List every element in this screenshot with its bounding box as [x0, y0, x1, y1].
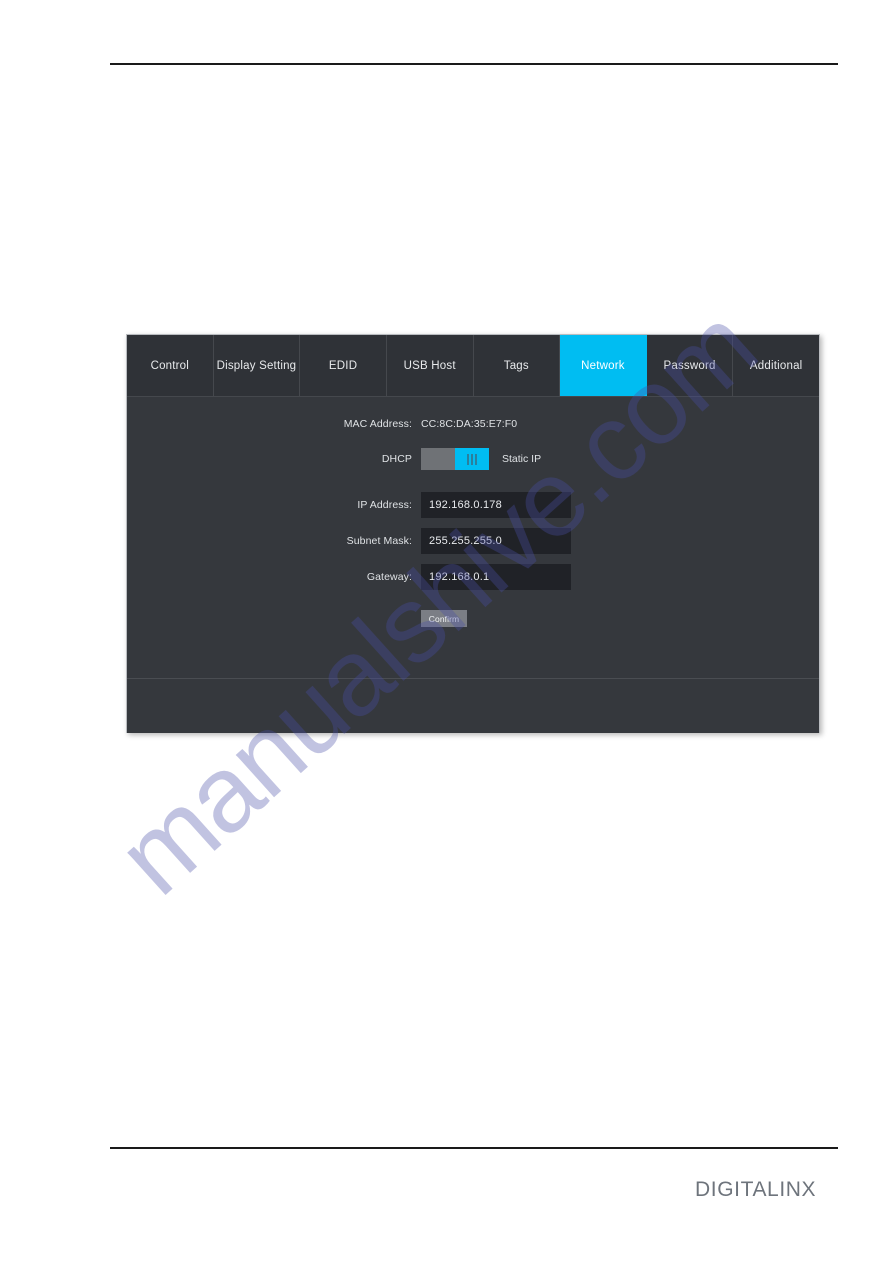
page-header-rule: [110, 63, 838, 65]
subnet-mask-row: Subnet Mask:: [127, 528, 819, 554]
tab-display-setting[interactable]: Display Setting: [213, 335, 301, 396]
subnet-mask-label: Subnet Mask:: [346, 535, 412, 547]
dhcp-static-toggle[interactable]: [421, 448, 489, 470]
grip-line-icon: [467, 453, 469, 465]
tab-control[interactable]: Control: [127, 335, 214, 396]
grip-line-icon: [471, 453, 473, 465]
gateway-label: Gateway:: [366, 571, 412, 583]
panel-footer-strip: [127, 679, 819, 733]
subnet-mask-input[interactable]: [421, 528, 571, 554]
tab-label: Display Setting: [216, 359, 297, 372]
page-footer-rule: [110, 1147, 838, 1149]
tab-edid[interactable]: EDID: [300, 335, 387, 396]
device-web-ui-panel: Control Display Setting EDID USB Host Ta…: [126, 334, 820, 733]
tab-password[interactable]: Password: [646, 335, 734, 396]
dhcp-static-toggle-row: DHCP Static IP: [127, 448, 819, 470]
tab-label: Tags: [503, 359, 529, 372]
tab-label: USB Host: [403, 359, 456, 372]
mac-address-row: MAC Address: CC:8C:DA:35:E7:F0: [127, 418, 819, 430]
dhcp-label: DHCP: [381, 453, 412, 465]
brand-logo-text: DIGITALINX: [695, 1178, 816, 1201]
static-ip-label: Static IP: [502, 453, 542, 465]
brand-logo: DIGITALINX: [695, 1176, 820, 1202]
toggle-knob: [455, 448, 489, 470]
tab-additional[interactable]: Additional: [733, 335, 819, 396]
tab-label: EDID: [328, 359, 358, 372]
tab-tags[interactable]: Tags: [473, 335, 561, 396]
ip-address-label: IP Address:: [357, 499, 412, 511]
toggle-track-off: [421, 448, 455, 470]
mac-address-label: MAC Address:: [343, 418, 412, 430]
ip-address-input[interactable]: [421, 492, 571, 518]
confirm-button[interactable]: Confirm: [421, 610, 467, 627]
network-form: MAC Address: CC:8C:DA:35:E7:F0 DHCP Stat…: [127, 397, 819, 627]
gateway-input[interactable]: [421, 564, 571, 590]
gateway-row: Gateway:: [127, 564, 819, 590]
network-settings-content: MAC Address: CC:8C:DA:35:E7:F0 DHCP Stat…: [127, 397, 819, 679]
ip-address-row: IP Address:: [127, 492, 819, 518]
tab-label: Password: [663, 359, 716, 372]
mac-address-value: CC:8C:DA:35:E7:F0: [421, 418, 518, 430]
tab-network[interactable]: Network: [560, 335, 647, 396]
grip-line-icon: [475, 453, 477, 465]
confirm-row: Confirm: [127, 610, 819, 627]
tab-label: Control: [150, 359, 190, 372]
tab-label: Network: [581, 359, 625, 372]
tab-bar: Control Display Setting EDID USB Host Ta…: [127, 335, 819, 397]
tab-usb-host[interactable]: USB Host: [386, 335, 474, 396]
tab-label: Additional: [749, 359, 803, 372]
